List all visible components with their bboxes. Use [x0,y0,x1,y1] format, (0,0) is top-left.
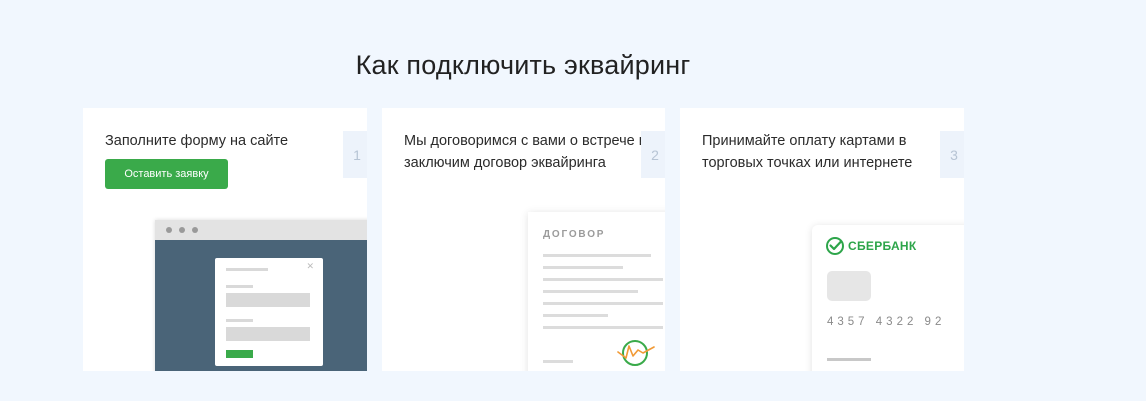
step-card-1: Заполните форму на сайте 1 Оставить заяв… [83,108,367,371]
contract-text-line [543,254,651,257]
page-title: Как подключить эквайринг [355,50,691,81]
browser-toolbar [155,220,367,240]
form-placeholder-field [226,293,310,307]
signature-scribble-icon [617,345,655,359]
step-card-2: Мы договоримся с вами о встрече и заключ… [382,108,665,371]
browser-dot-icon [166,227,172,233]
sberbank-logo-icon [826,237,844,255]
contract-text-line [543,290,638,293]
form-modal-illustration: ✕ [215,258,323,366]
signature-line [543,360,573,363]
form-placeholder-line [226,319,253,322]
card-chip [827,271,871,301]
step-2-text: Мы договоримся с вами о встрече и заключ… [404,133,647,171]
step-2-number: 2 [641,131,665,178]
card-strip [827,358,871,361]
contract-text-line [543,266,623,269]
contract-text-line [543,326,663,329]
step-card-3: Принимайте оплату картами в торговых точ… [680,108,964,371]
step-1-text: Заполните форму на сайте [105,133,289,149]
contract-text-line [543,278,663,281]
card-number: 4357 4322 92 [827,316,946,328]
bank-card-illustration: СБЕРБАНК 4357 4322 92 [812,225,964,371]
step-3-text: Принимайте оплату картами в торговых точ… [702,133,913,171]
form-placeholder-line [226,285,253,288]
browser-dot-icon [179,227,185,233]
form-placeholder-button [226,350,253,358]
close-icon: ✕ [306,261,314,271]
bank-name: СБЕРБАНК [848,239,917,253]
step-1-number: 1 [343,131,367,178]
form-placeholder-line [226,268,268,271]
browser-dot-icon [192,227,198,233]
step-3-number: 3 [940,131,964,178]
contract-illustration: ДОГОВОР [528,212,665,371]
browser-illustration: ✕ [155,220,367,371]
contract-text-line [543,314,608,317]
contract-text-line [543,302,663,305]
submit-application-button[interactable]: Оставить заявку [105,159,228,189]
contract-title: ДОГОВОР [543,229,606,240]
form-placeholder-field [226,327,310,341]
